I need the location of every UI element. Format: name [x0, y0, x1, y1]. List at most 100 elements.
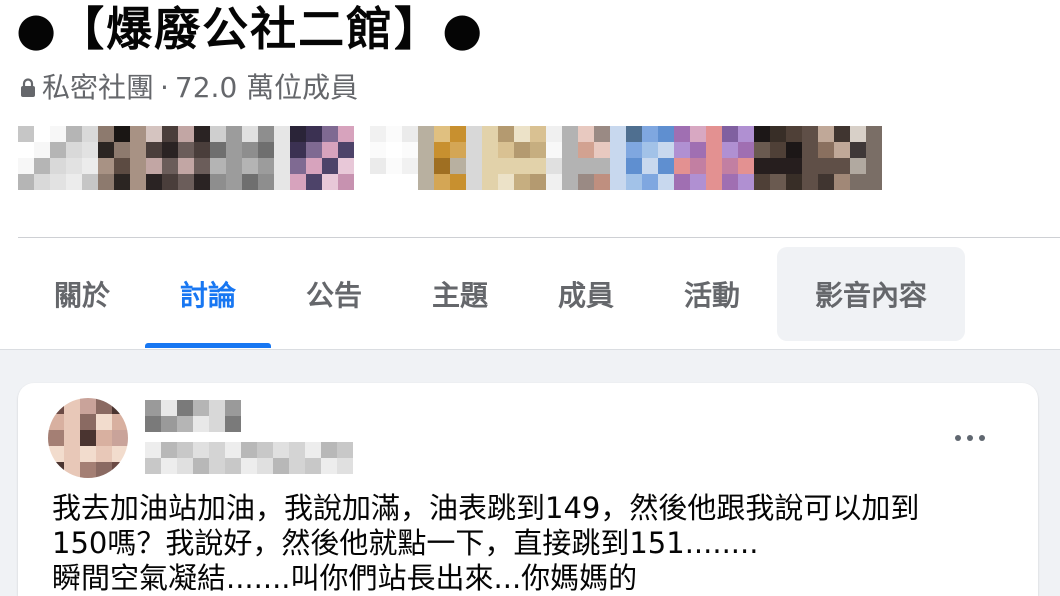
mosaic-cell: [225, 400, 241, 416]
mosaic-cell: [642, 174, 658, 190]
mosaic-cell: [96, 446, 112, 462]
mosaic-cell: [114, 174, 130, 190]
mosaic-cell: [225, 442, 241, 458]
mosaic-cell: [34, 174, 50, 190]
mosaic-cell: [418, 158, 434, 174]
mosaic-cell: [161, 400, 177, 416]
mosaic-cell: [626, 158, 642, 174]
mosaic-cell: [210, 126, 226, 142]
mosaic-cell: [850, 142, 866, 158]
mosaic-cell: [402, 142, 418, 158]
tab-label: 成員: [557, 279, 614, 312]
author-avatar[interactable]: [48, 398, 128, 478]
mosaic-cell: [178, 174, 194, 190]
mosaic-cell: [322, 158, 338, 174]
mosaic-cell: [370, 126, 386, 142]
mosaic-cell: [146, 142, 162, 158]
mosaic-cell: [658, 158, 674, 174]
mosaic-cell: [306, 158, 322, 174]
tab-label: 主題: [431, 279, 488, 312]
mosaic-cell: [834, 142, 850, 158]
mosaic-cell: [866, 174, 882, 190]
tab-label: 公告: [305, 279, 362, 312]
mosaic-cell: [193, 416, 209, 432]
mosaic-cell: [450, 158, 466, 174]
mosaic-cell: [242, 126, 258, 142]
mosaic-cell: [594, 126, 610, 142]
mosaic-cell: [642, 142, 658, 158]
mosaic-cell: [674, 126, 690, 142]
mosaic-cell: [96, 414, 112, 430]
mosaic-cell: [402, 174, 418, 190]
mosaic-cell: [82, 126, 98, 142]
tab-topics[interactable]: 主題: [397, 247, 523, 349]
more-options-button[interactable]: [950, 418, 990, 458]
mosaic-cell: [274, 142, 290, 158]
mosaic-cell: [402, 158, 418, 174]
mosaic-cell: [50, 126, 66, 142]
tab-members[interactable]: 成員: [523, 247, 649, 349]
mosaic-cell: [114, 158, 130, 174]
mosaic-cell: [34, 142, 50, 158]
author-name-blurred[interactable]: [145, 400, 241, 432]
mosaic-cell: [706, 174, 722, 190]
mosaic-cell: [193, 400, 209, 416]
mosaic-cell: [738, 126, 754, 142]
mosaic-cell: [642, 158, 658, 174]
mosaic-cell: [64, 414, 80, 430]
tab-media[interactable]: 影音內容: [777, 247, 965, 349]
mosaic-cell: [738, 174, 754, 190]
mosaic-cell: [209, 442, 225, 458]
mosaic-cell: [66, 158, 82, 174]
mosaic-cell: [818, 126, 834, 142]
mosaic-cell: [770, 142, 786, 158]
header-divider: [18, 237, 1060, 238]
mosaic-cell: [690, 174, 706, 190]
mosaic-cell: [194, 142, 210, 158]
mosaic-cell: [226, 174, 242, 190]
mosaic-cell: [177, 400, 193, 416]
mosaic-cell: [210, 158, 226, 174]
mosaic-cell: [546, 174, 562, 190]
mosaic-cell: [290, 142, 306, 158]
mosaic-cell: [674, 158, 690, 174]
mosaic-cell: [209, 458, 225, 474]
tab-events[interactable]: 活動: [649, 247, 775, 349]
mosaic-cell: [274, 174, 290, 190]
mosaic-cell: [514, 142, 530, 158]
tab-about[interactable]: 關於: [19, 247, 145, 349]
members-count-link[interactable]: 72.0 萬位成員: [175, 70, 358, 106]
mosaic-cell: [80, 414, 96, 430]
mosaic-cell: [50, 174, 66, 190]
mosaic-cell: [145, 416, 161, 432]
mosaic-cell: [354, 142, 370, 158]
lock-icon: [21, 78, 35, 97]
mosaic-cell: [610, 142, 626, 158]
mosaic-cell: [80, 430, 96, 446]
mosaic-cell: [225, 458, 241, 474]
tab-discussion[interactable]: 討論: [145, 247, 271, 349]
mosaic-cell: [674, 174, 690, 190]
tab-announcements[interactable]: 公告: [271, 247, 397, 349]
mosaic-cell: [161, 416, 177, 432]
tab-label: 活動: [683, 279, 740, 312]
mosaic-cell: [130, 126, 146, 142]
mosaic-cell: [306, 174, 322, 190]
mosaic-cell: [498, 142, 514, 158]
member-avatars-preview[interactable]: [18, 126, 882, 190]
mosaic-cell: [162, 126, 178, 142]
mosaic-cell: [530, 142, 546, 158]
mosaic-cell: [754, 126, 770, 142]
mosaic-cell: [274, 158, 290, 174]
post-timestamp-blurred[interactable]: [145, 442, 353, 474]
mosaic-cell: [162, 158, 178, 174]
mosaic-cell: [418, 126, 434, 142]
mosaic-cell: [466, 126, 482, 142]
mosaic-cell: [112, 462, 128, 478]
mosaic-cell: [834, 158, 850, 174]
mosaic-cell: [514, 158, 530, 174]
mosaic-cell: [112, 446, 128, 462]
mosaic-cell: [482, 158, 498, 174]
mosaic-cell: [66, 142, 82, 158]
mosaic-cell: [706, 142, 722, 158]
